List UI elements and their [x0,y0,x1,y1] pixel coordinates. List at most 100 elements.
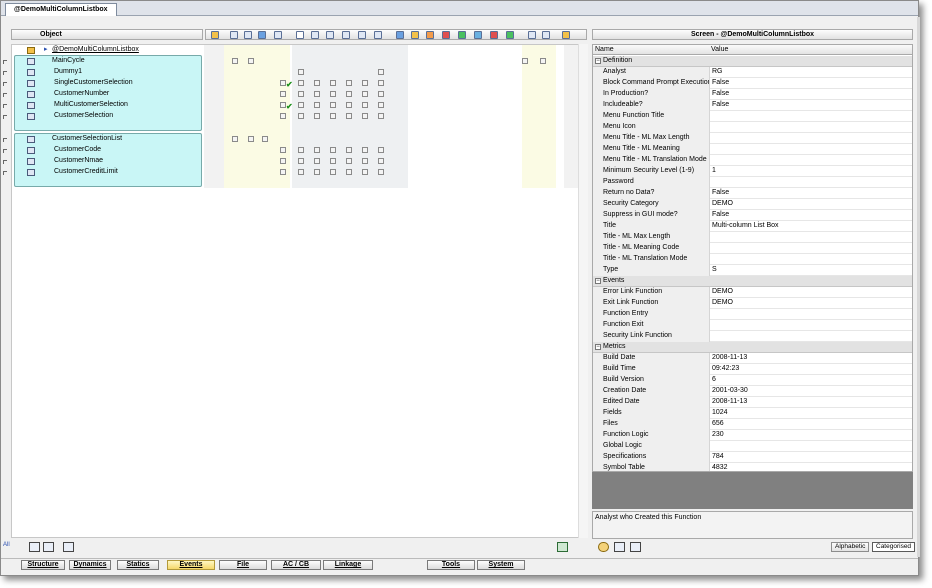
grid-cell-checkbox[interactable] [280,147,286,153]
property-category[interactable]: − Metrics [593,342,912,353]
property-value[interactable]: 2001-03-30 [711,386,748,397]
property-value[interactable]: False [711,100,729,111]
property-value[interactable]: S [711,265,717,276]
nav-tab-structure[interactable]: Structure [21,560,65,570]
grid-cell-checkbox[interactable] [314,169,320,175]
print-icon[interactable] [614,542,625,552]
grid-cell-checkbox[interactable] [378,102,384,108]
property-row[interactable]: Function Logic 230 [593,430,912,441]
nav-tab-ac-cb[interactable]: AC / CB [271,560,321,570]
property-row[interactable]: Global Logic [593,441,912,452]
grid-cell-checkbox[interactable] [362,169,368,175]
property-value[interactable]: 784 [711,452,724,463]
property-value[interactable]: DEMO [711,287,733,298]
grid-cell-checkbox[interactable] [362,158,368,164]
column-toolbar-icon[interactable] [458,31,466,39]
property-row[interactable]: Analyst RG [593,67,912,78]
grid-cell-checkbox[interactable] [346,158,352,164]
grid-cell-checkbox[interactable] [298,158,304,164]
expand-arrow-icon[interactable]: ▸ [44,45,48,53]
property-row[interactable]: Security Category DEMO [593,199,912,210]
property-row[interactable]: Menu Title - ML Meaning [593,144,912,155]
column-toolbar-icon[interactable] [258,31,266,39]
property-category[interactable]: − Definition [593,56,912,67]
grid-cell-checkbox[interactable] [248,58,254,64]
column-toolbar-icon[interactable] [296,31,304,39]
column-toolbar-icon[interactable] [528,31,536,39]
grid-cell-checkbox[interactable] [330,147,336,153]
tree-row[interactable]: CustomerCode [3,145,588,156]
grid-cell-checkbox[interactable] [362,91,368,97]
column-toolbar-icon[interactable] [396,31,404,39]
grid-cell-checkbox[interactable] [330,169,336,175]
add-object-icon[interactable] [29,542,40,552]
window-scrollbar[interactable] [917,17,920,557]
property-row[interactable]: Build Date 2008-11-13 [593,353,912,364]
grid-cell-checkbox[interactable] [346,80,352,86]
collapse-icon[interactable]: − [595,278,601,284]
grid-cell-checkbox[interactable] [262,136,268,142]
column-toolbar-icon[interactable] [426,31,434,39]
grid-cell-checkbox[interactable] [298,169,304,175]
column-toolbar-icon[interactable] [542,31,550,39]
nav-tab-statics[interactable]: Statics [117,560,159,570]
grid-cell-checkbox[interactable] [280,113,286,119]
property-value[interactable] [711,331,712,342]
tree-row[interactable]: CustomerNumber [3,89,588,100]
grid-cell-checkbox[interactable] [232,136,238,142]
property-value[interactable]: DEMO [711,298,733,309]
property-row[interactable]: Build Time 09:42:23 [593,364,912,375]
grid-cell-checkbox[interactable] [314,102,320,108]
categorised-button[interactable]: Categorised [872,542,916,552]
property-value[interactable]: DEMO [711,199,733,210]
property-value[interactable]: 230 [711,430,724,441]
grid-cell-checkbox[interactable] [314,80,320,86]
grid-cell-checkbox[interactable] [362,80,368,86]
property-value[interactable] [711,309,712,320]
column-toolbar-icon[interactable] [506,31,514,39]
property-row[interactable]: Fields 1024 [593,408,912,419]
property-value[interactable]: 4832 [711,463,728,471]
grid-cell-checkbox[interactable] [232,58,238,64]
grid-cell-checkbox[interactable] [346,169,352,175]
tree-row[interactable]: SingleCustomerSelection ✔ [3,78,588,89]
document-tab[interactable]: @DemoMultiColumnListbox [5,3,117,16]
grid-cell-checkbox[interactable] [378,80,384,86]
property-category[interactable]: − Events [593,276,912,287]
grid-cell-checkbox[interactable] [540,58,546,64]
property-row[interactable]: Symbol Table 4832 [593,463,912,471]
grid-cell-checkbox[interactable] [330,80,336,86]
grid-cell-checkbox[interactable] [346,102,352,108]
property-row[interactable]: Password [593,177,912,188]
properties-icon[interactable] [630,542,641,552]
grid-cell-checkbox[interactable] [346,113,352,119]
grid-cell-checkbox[interactable] [378,113,384,119]
property-row[interactable]: Error Link Function DEMO [593,287,912,298]
property-value[interactable]: 1 [711,166,716,177]
property-row[interactable]: Exit Link Function DEMO [593,298,912,309]
property-value[interactable]: RG [711,67,723,78]
property-row[interactable]: Edited Date 2008-11-13 [593,397,912,408]
grid-cell-checkbox[interactable] [280,158,286,164]
screen-preview-icon[interactable] [63,542,74,552]
property-value[interactable] [711,243,712,254]
property-row[interactable]: In Production? False [593,89,912,100]
property-row[interactable]: Title Multi-column List Box [593,221,912,232]
column-toolbar-icon[interactable] [374,31,382,39]
column-toolbar-icon[interactable] [230,31,238,39]
grid-cell-checkbox[interactable] [346,147,352,153]
grid-cell-checkbox[interactable] [248,136,254,142]
refresh-icon[interactable] [557,542,568,552]
property-row[interactable]: Menu Function Title [593,111,912,122]
property-row[interactable]: Creation Date 2001-03-30 [593,386,912,397]
property-row[interactable]: Block Command Prompt Execution False [593,78,912,89]
structure-grid[interactable]: ▸ @DemoMultiColumnListbox MainCycle Dummy… [3,44,588,538]
nav-tab-dynamics[interactable]: Dynamics [69,560,111,570]
nav-tab-file[interactable]: File [219,560,267,570]
grid-cell-checkbox[interactable] [314,113,320,119]
property-value[interactable]: False [711,89,729,100]
property-value[interactable] [711,133,712,144]
tree-row[interactable]: CustomerNmae [3,156,588,167]
column-toolbar-icon[interactable] [326,31,334,39]
tree-root-row[interactable]: ▸ @DemoMultiColumnListbox [12,45,588,56]
